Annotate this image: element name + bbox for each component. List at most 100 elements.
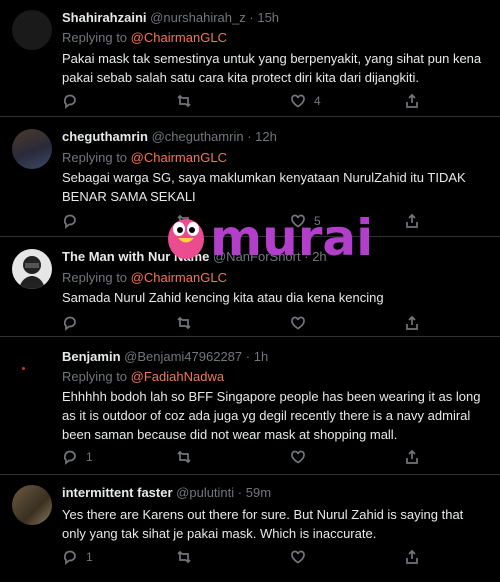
separator-dot: · xyxy=(304,249,309,264)
author-name[interactable]: cheguthamrin xyxy=(62,129,148,144)
tweet-text-line: Yes there are Karens out there for sure.… xyxy=(62,507,464,522)
reply-count: 1 xyxy=(86,550,93,564)
mention-link[interactable]: @FadiahNadwa xyxy=(131,369,224,384)
reply-button[interactable] xyxy=(62,93,86,109)
like-button[interactable]: 5 xyxy=(290,213,321,229)
replying-label: Replying to xyxy=(62,150,128,165)
tweet-feed: Shahirahzaini @nurshahirah_z · 15h Reply… xyxy=(0,0,500,582)
share-button[interactable] xyxy=(404,213,420,229)
tweet-actions xyxy=(62,315,422,333)
avatar-figure xyxy=(19,256,45,289)
retweet-icon xyxy=(177,550,191,564)
share-icon xyxy=(406,213,418,228)
share-button[interactable] xyxy=(404,93,420,109)
reply-button[interactable]: 1 xyxy=(62,449,93,465)
separator-dot: · xyxy=(249,10,254,25)
tweet-time[interactable]: 12h xyxy=(255,129,277,144)
tweet[interactable]: cheguthamrin @cheguthamrin · 12h Replyin… xyxy=(0,117,500,237)
avatar-dot-icon xyxy=(22,367,25,370)
like-button[interactable] xyxy=(290,549,314,565)
heart-icon xyxy=(291,450,305,464)
heart-icon xyxy=(291,94,305,108)
tweet-actions: 4 xyxy=(62,93,422,111)
retweet-icon xyxy=(177,450,191,464)
author-name[interactable]: Shahirahzaini xyxy=(62,10,147,25)
share-icon xyxy=(406,315,418,330)
tweet-text: Sebagai warga SG, saya maklumkan kenyata… xyxy=(62,168,482,206)
author-name[interactable]: Benjamin xyxy=(62,349,121,364)
tweet-actions: 5 xyxy=(62,213,422,231)
separator-dot: · xyxy=(237,485,243,500)
reply-button[interactable]: 1 xyxy=(62,549,93,565)
reply-button[interactable] xyxy=(62,315,86,331)
reply-button[interactable] xyxy=(62,213,86,229)
share-button[interactable] xyxy=(404,315,420,331)
tweet[interactable]: intermittent faster @pulutinti · 59m Yes… xyxy=(0,475,500,582)
reply-icon xyxy=(63,550,76,565)
retweet-button[interactable] xyxy=(176,93,200,109)
mention-link[interactable]: @ChairmanGLC xyxy=(131,270,227,285)
heart-icon xyxy=(291,214,305,228)
mention-link[interactable]: @ChairmanGLC xyxy=(131,30,227,45)
retweet-button[interactable] xyxy=(176,213,200,229)
tweet-text: Yes there are Karens out there for sure.… xyxy=(62,505,482,543)
tweet-text-line: only yang tak sihat je pakai mask. Which… xyxy=(62,526,377,541)
author-handle[interactable]: @cheguthamrin xyxy=(152,129,244,144)
tweet-header: Benjamin @Benjami47962287 · 1h xyxy=(62,349,268,364)
tweet-time[interactable]: 59m xyxy=(246,485,271,500)
retweet-icon xyxy=(177,94,191,108)
tweet-time[interactable]: 15h xyxy=(257,10,279,25)
tweet[interactable]: Benjamin @Benjami47962287 · 1h Replying … xyxy=(0,337,500,475)
share-icon xyxy=(406,93,418,108)
tweet-text-line: Ehhhhh bodoh lah so BFF Singapore people… xyxy=(62,389,481,404)
retweet-button[interactable] xyxy=(176,315,200,331)
retweet-button[interactable] xyxy=(176,449,200,465)
avatar[interactable] xyxy=(12,129,52,169)
retweet-button[interactable] xyxy=(176,549,200,565)
replying-to: Replying to @ChairmanGLC xyxy=(62,30,227,45)
tweet-time[interactable]: 2h xyxy=(312,249,326,264)
share-button[interactable] xyxy=(404,549,420,565)
replying-label: Replying to xyxy=(62,30,128,45)
tweet-text: Ehhhhh bodoh lah so BFF Singapore people… xyxy=(62,387,482,444)
tweet[interactable]: Shahirahzaini @nurshahirah_z · 15h Reply… xyxy=(0,0,500,117)
mention-link[interactable]: @ChairmanGLC xyxy=(131,150,227,165)
like-button[interactable] xyxy=(290,315,314,331)
like-button[interactable]: 4 xyxy=(290,93,321,109)
author-handle[interactable]: @nurshahirah_z xyxy=(150,10,246,25)
tweet-text: Pakai mask tak semestinya untuk yang ber… xyxy=(62,49,482,87)
tweet-text-line: been saman because did not wear mask at … xyxy=(62,427,398,442)
avatar[interactable] xyxy=(12,349,52,389)
author-name[interactable]: The Man with Nur Name xyxy=(62,249,209,264)
replying-to: Replying to @ChairmanGLC xyxy=(62,150,227,165)
replying-label: Replying to xyxy=(62,270,128,285)
replying-label: Replying to xyxy=(62,369,128,384)
tweet-header: The Man with Nur Name @NanForShort · 2h xyxy=(62,249,327,264)
share-button[interactable] xyxy=(404,449,420,465)
share-icon xyxy=(406,449,418,464)
tweet-text-line: Sebagai warga SG, saya maklumkan kenyata… xyxy=(62,170,466,185)
tweet-text-line: Samada Nurul Zahid kencing kita atau dia… xyxy=(62,290,384,305)
author-name[interactable]: intermittent faster xyxy=(62,485,173,500)
reply-icon xyxy=(63,450,76,465)
retweet-icon xyxy=(177,316,191,330)
like-button[interactable] xyxy=(290,449,314,465)
replying-to: Replying to @FadiahNadwa xyxy=(62,369,224,384)
reply-icon xyxy=(63,316,76,331)
avatar[interactable] xyxy=(12,10,52,50)
author-handle[interactable]: @NanForShort xyxy=(213,249,301,264)
tweet-text-line: pakai sebab salah satu cara kita protect… xyxy=(62,70,419,85)
reply-icon xyxy=(63,214,76,229)
avatar[interactable] xyxy=(12,249,52,289)
separator-dot: · xyxy=(245,349,251,364)
tweet-time[interactable]: 1h xyxy=(254,349,268,364)
tweet-header: Shahirahzaini @nurshahirah_z · 15h xyxy=(62,10,279,25)
replying-to: Replying to @ChairmanGLC xyxy=(62,270,227,285)
retweet-icon xyxy=(177,214,191,228)
avatar[interactable] xyxy=(12,485,52,525)
author-handle[interactable]: @pulutinti xyxy=(176,485,234,500)
author-handle[interactable]: @Benjami47962287 xyxy=(124,349,242,364)
heart-icon xyxy=(291,316,305,330)
tweet-text-line: as it is outdoor of coz ada juga yg degi… xyxy=(62,408,471,423)
tweet[interactable]: The Man with Nur Name @NanForShort · 2h … xyxy=(0,237,500,337)
